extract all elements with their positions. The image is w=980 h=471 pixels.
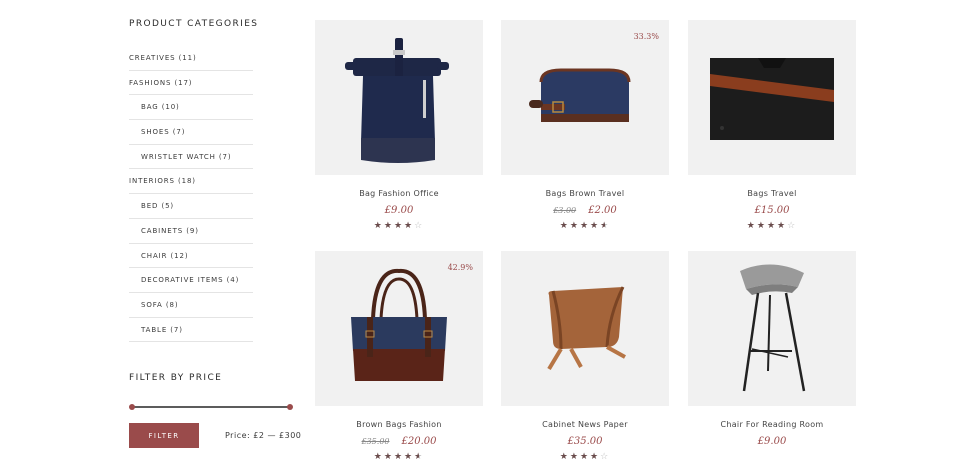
current-price: £20.00 (401, 436, 437, 447)
rating-stars: ★★★★★ (501, 221, 669, 231)
category-link[interactable]: BAG (10) (129, 95, 253, 121)
product-image[interactable] (315, 20, 483, 175)
star-icon: ★ (404, 221, 415, 231)
old-price: £35.00 (361, 437, 390, 446)
star-icon: ★ (559, 221, 570, 231)
star-icon: ★ (590, 452, 601, 462)
discount-badge: 42.9% (447, 263, 473, 272)
product-image[interactable]: 33.3% (501, 20, 669, 175)
star-icon: ★ (373, 221, 384, 231)
rating-stars: ★★★★☆ (315, 221, 483, 231)
star-icon: ★ (756, 221, 767, 231)
star-icon: ★ (766, 221, 778, 231)
star-icon: ★ (579, 221, 591, 231)
product-name-link[interactable]: Bags Travel (688, 189, 856, 198)
current-price: £15.00 (754, 205, 790, 216)
star-icon: ☆ (600, 452, 611, 462)
product-price: £35.00 (501, 436, 669, 447)
product-card: Chair For Reading Room £9.00 (688, 251, 856, 467)
product-image[interactable] (688, 20, 856, 175)
star-icon: ★ (569, 452, 580, 462)
category-link[interactable]: TABLE (7) (129, 318, 253, 343)
shop-page: PRODUCT CATEGORIES CREATIVES (11) FASHION… (0, 0, 980, 471)
star-icon: ★ (746, 221, 757, 231)
category-link[interactable]: SOFA (8) (129, 293, 253, 318)
product-name-link[interactable]: Chair For Reading Room (688, 420, 856, 429)
category-link[interactable]: CHAIR (12) (129, 244, 253, 269)
star-icon: ★ (559, 452, 570, 462)
product-name-link[interactable]: Brown Bags Fashion (315, 420, 483, 429)
product-name-link[interactable]: Bag Fashion Office (315, 189, 483, 198)
current-price: £35.00 (567, 436, 603, 447)
star-icon: ★ (569, 221, 580, 231)
star-icon: ★ (383, 221, 394, 231)
product-price: £3.00 £2.00 (501, 205, 669, 216)
star-icon: ★ (373, 452, 384, 462)
product-card: Bag Fashion Office £9.00 ★★★★☆ (315, 20, 483, 236)
product-image[interactable] (688, 251, 856, 406)
product-image[interactable] (501, 251, 669, 406)
star-icon: ★ (383, 452, 394, 462)
filter-button[interactable]: FILTER (129, 423, 199, 448)
category-link[interactable]: WRISTLET WATCH (7) (129, 145, 253, 170)
current-price: £9.00 (384, 205, 414, 216)
star-icon: ★ (579, 452, 591, 462)
star-icon: ★ (590, 221, 601, 231)
rating-stars: ★★★★☆ (688, 221, 856, 231)
price-range-label: Price: £2 — £300 (225, 431, 302, 440)
current-price: £9.00 (757, 436, 787, 447)
product-image[interactable]: 42.9% (315, 251, 483, 406)
star-icon: ★ (600, 221, 611, 231)
product-card: 33.3% Bags Brown Travel £3.00 £2.00 ★★★★★ (501, 20, 669, 236)
rating-stars: ★★★★★ (315, 452, 483, 462)
star-icon: ★ (404, 452, 415, 462)
product-price: £15.00 (688, 205, 856, 216)
star-icon: ☆ (414, 221, 425, 231)
product-price: £35.00 £20.00 (315, 436, 483, 447)
discount-badge: 33.3% (633, 32, 659, 41)
product-price: £9.00 (688, 436, 856, 447)
product-name-link[interactable]: Cabinet News Paper (501, 420, 669, 429)
category-link[interactable]: SHOES (7) (129, 120, 253, 145)
product-categories-title: PRODUCT CATEGORIES (129, 19, 259, 29)
rating-stars: ★★★★☆ (501, 452, 669, 462)
price-slider-min-handle[interactable] (129, 404, 135, 410)
current-price: £2.00 (588, 205, 617, 216)
star-icon: ☆ (787, 221, 798, 231)
category-link[interactable]: CABINETS (9) (129, 219, 253, 244)
category-link[interactable]: INTERIORS (18) (129, 169, 253, 195)
category-link[interactable]: CREATIVES (11) (129, 46, 253, 71)
price-slider-max-handle[interactable] (287, 404, 293, 410)
product-card: Cabinet News Paper £35.00 ★★★★☆ (501, 251, 669, 467)
price-slider-track[interactable] (131, 406, 291, 408)
category-link[interactable]: BED (5) (129, 194, 253, 219)
product-card: 42.9% Brown Bags Fashion £35.00 £20.00 ★★★★★ (315, 251, 483, 467)
category-list: CREATIVES (11) FASHIONS (17) BAG (10) SHOES… (129, 46, 253, 343)
product-name-link[interactable]: Bags Brown Travel (501, 189, 669, 198)
price-slider[interactable] (129, 404, 293, 410)
star-icon: ★ (393, 452, 405, 462)
category-link[interactable]: FASHIONS (17) (129, 71, 253, 96)
product-card: Bags Travel £15.00 ★★★★☆ (688, 20, 856, 236)
star-icon: ★ (393, 221, 405, 231)
category-link[interactable]: DECORATIVE ITEMS (4) (129, 268, 253, 293)
product-price: £9.00 (315, 205, 483, 216)
old-price: £3.00 (553, 206, 577, 215)
filter-by-price-title: FILTER BY PRICE (129, 373, 223, 383)
star-icon: ★ (777, 221, 788, 231)
star-icon: ★ (414, 452, 425, 462)
